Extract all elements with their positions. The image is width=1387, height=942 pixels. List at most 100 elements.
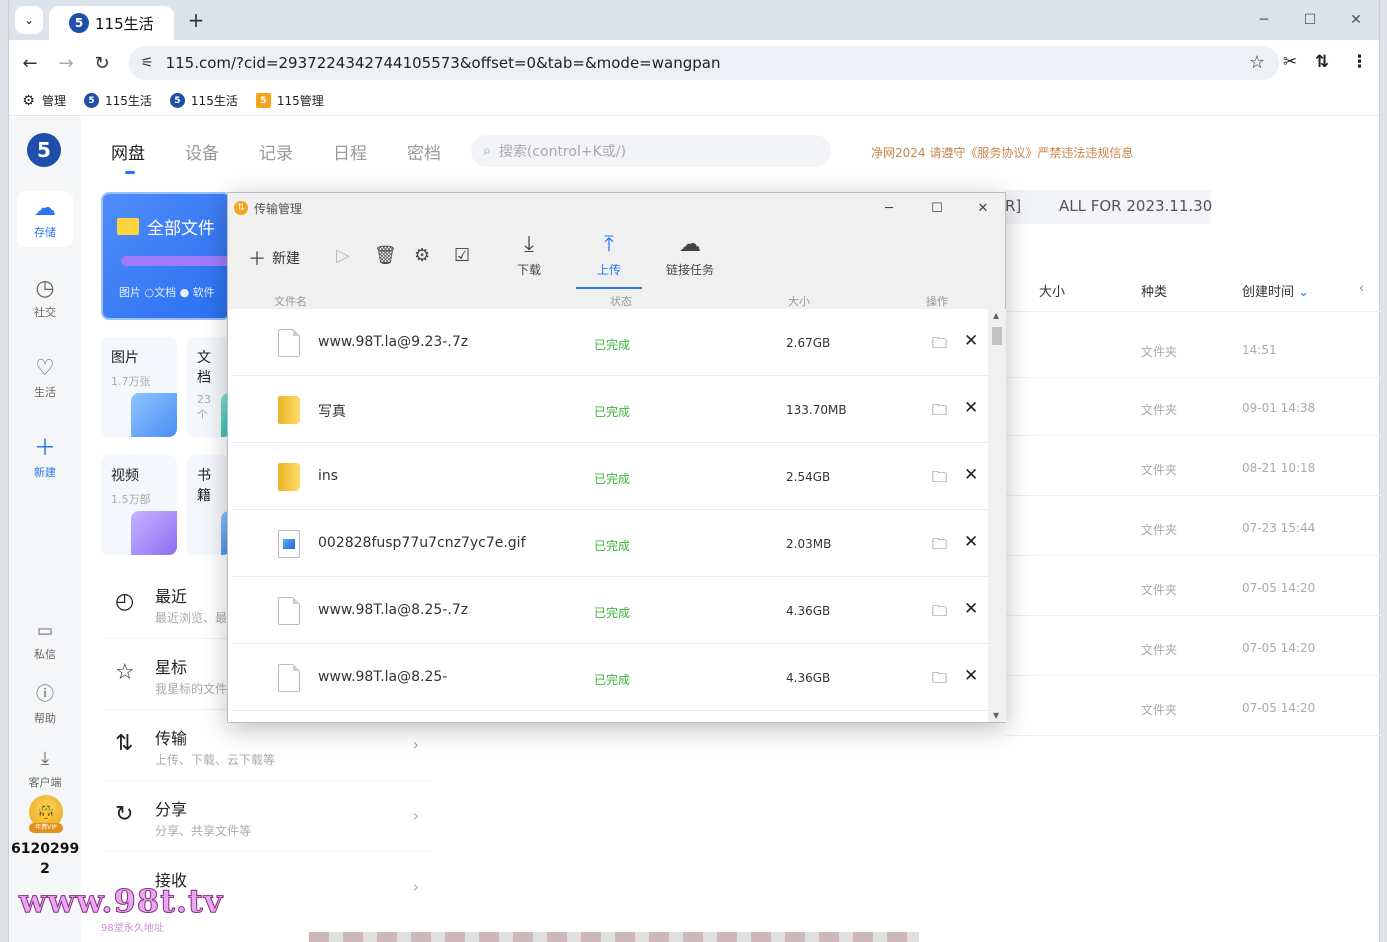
file-size: 2.67GB (786, 336, 831, 350)
category-books[interactable]: 书籍 (187, 455, 231, 555)
tab-upload[interactable]: ⤒ 上传 (576, 233, 642, 289)
scroll-thumb[interactable] (992, 327, 1002, 345)
rail-new[interactable]: ＋ 新建 (17, 431, 73, 487)
dialog-maximize-button[interactable]: ☐ (926, 198, 948, 218)
dialog-close-button[interactable]: ✕ (972, 198, 994, 218)
category-videos[interactable]: 视频 1.5万部 (101, 455, 177, 555)
bookmark-star-icon[interactable]: ☆ (1249, 52, 1265, 73)
transfer-row[interactable]: 002828fusp77u7cnz7yc7e.gif 已完成 2.03MB 🗀 ✕ (232, 510, 988, 577)
rail-life[interactable]: ♡ 生活 (17, 351, 73, 407)
cloud-download-icon: ☁ (679, 232, 701, 257)
reload-button[interactable]: ↻ (89, 50, 115, 76)
dialog-minimize-button[interactable]: ─ (878, 198, 900, 218)
trash-icon[interactable]: 🗑 (374, 245, 397, 266)
banner-text[interactable]: ALL FOR 2023.11.30 (1059, 197, 1212, 215)
tab-search-button[interactable]: ⌄ (15, 6, 43, 34)
open-folder-icon[interactable]: 🗀 (932, 601, 947, 626)
rail-messages[interactable]: ▭ 私信 (17, 613, 73, 669)
more-menu-icon[interactable]: ⋮ (1351, 52, 1368, 72)
category-images[interactable]: 图片 1.7万张 (101, 337, 177, 437)
tab-records[interactable]: 记录 (259, 139, 293, 164)
column-created[interactable]: 创建时间 ⌄ (1242, 281, 1309, 300)
site-info-icon[interactable]: ⚟ (141, 55, 154, 71)
115-logo-icon: 5 (255, 93, 271, 108)
category-docs[interactable]: 文档 23个 (187, 337, 231, 437)
remove-icon[interactable]: ✕ (964, 532, 978, 552)
open-folder-icon[interactable]: 🗀 (932, 400, 947, 425)
remove-icon[interactable]: ✕ (964, 666, 978, 686)
app-logo[interactable]: 5 (27, 133, 61, 167)
transfer-row[interactable]: www.98T.la@9.23-.7z 已完成 2.67GB 🗀 ✕ (232, 309, 988, 376)
tab-favicon: 5 (69, 13, 89, 33)
scroll-down-icon[interactable]: ▼ (993, 711, 999, 720)
remove-icon[interactable]: ✕ (964, 331, 978, 351)
address-bar[interactable]: ⚟ 115.com/?cid=2937224342744105573&offse… (129, 46, 1279, 80)
plus-icon: ＋ (33, 436, 56, 461)
remove-icon[interactable]: ✕ (964, 599, 978, 619)
sync-arrows-icon[interactable]: ⇅ (1315, 52, 1329, 72)
row-divider (1005, 555, 1381, 556)
open-folder-icon[interactable]: 🗀 (932, 668, 947, 693)
transfer-row[interactable]: www.98T.la@8.25- 已完成 4.36GB 🗀 ✕ (232, 644, 988, 711)
close-window-button[interactable]: ✕ (1341, 8, 1371, 32)
tab-vault[interactable]: 密档 (407, 139, 441, 164)
bookmark-115-life-2[interactable]: 5 115生活 (169, 92, 238, 109)
dialog-toolbar: ＋ 新建 ▷ 🗑 ⚙ ☑ ⤓ 下载 ⤒ 上传 ☁ 链接任务 (228, 223, 1005, 291)
bookmark-115-manage[interactable]: 5 115管理 (255, 92, 324, 109)
tab-calendar[interactable]: 日程 (333, 139, 367, 164)
tab-label: 上传 (596, 263, 621, 277)
heart-icon: ♡ (35, 356, 55, 381)
search-input[interactable]: ⌕ 搜索(control+K或/) (471, 135, 831, 167)
remove-icon[interactable]: ✕ (964, 398, 978, 418)
tab-download[interactable]: ⤓ 下载 (496, 233, 562, 289)
scrollbar[interactable]: ▲ ▼ (988, 309, 1006, 722)
rail-help[interactable]: ⓘ 帮助 (17, 677, 73, 733)
open-folder-icon[interactable]: 🗀 (932, 467, 947, 492)
upload-arrow-icon: ⤒ (604, 232, 614, 257)
all-files-card[interactable]: 全部文件 图片 ○文档 ● 软件 (101, 192, 231, 320)
new-task-button[interactable]: ＋ 新建 (248, 245, 300, 271)
gear-icon: ⚙ (22, 92, 35, 109)
image-file-icon (278, 530, 300, 558)
settings-icon[interactable]: ⚙ (414, 245, 430, 266)
chevron-left-icon[interactable]: ‹ (1359, 281, 1364, 296)
row-divider (1005, 311, 1381, 312)
rail-social[interactable]: ◷ 社交 (17, 271, 73, 327)
transfer-status: 已完成 (594, 405, 631, 419)
select-all-icon[interactable]: ☑ (454, 245, 470, 266)
dialog-title: 传输管理 (254, 201, 303, 216)
category-count: 1.7万张 (111, 375, 151, 388)
transfer-row[interactable]: ins 已完成 2.54GB 🗀 ✕ (232, 443, 988, 510)
minimize-button[interactable]: ─ (1249, 8, 1279, 32)
bookmark-label: 115管理 (276, 94, 324, 108)
transfer-row[interactable]: www.98T.la@8.25-.7z 已完成 4.36GB 🗀 ✕ (232, 577, 988, 644)
new-tab-button[interactable]: + (184, 8, 208, 32)
rail-label: 私信 (34, 648, 56, 661)
extension-icon[interactable]: ✂ (1283, 52, 1297, 72)
menu-share[interactable]: ↻ 分享 分享、共享文件等 › (103, 782, 433, 852)
tab-wangpan[interactable]: 网盘 (111, 139, 145, 174)
tab-devices[interactable]: 设备 (185, 139, 219, 164)
bookmark-115-life[interactable]: 5 115生活 (84, 92, 152, 109)
forward-button[interactable]: → (53, 50, 79, 76)
back-button[interactable]: ← (17, 50, 43, 76)
start-play-icon[interactable]: ▷ (336, 245, 350, 266)
tab-link-tasks[interactable]: ☁ 链接任务 (656, 233, 724, 289)
file-name: www.98T.la@8.25-.7z (318, 602, 469, 618)
dialog-titlebar[interactable]: ⇅ 传输管理 ─ ☐ ✕ (228, 193, 1005, 223)
column-size[interactable]: 大小 (1039, 281, 1065, 300)
notice-text[interactable]: 净网2024 请遵守《服务协议》严禁违法违规信息 (871, 144, 1133, 161)
storage-bar (121, 256, 231, 266)
remove-icon[interactable]: ✕ (964, 465, 978, 485)
transfer-row[interactable]: 写真 已完成 133.70MB 🗀 ✕ (232, 376, 988, 443)
rail-client[interactable]: ⤓ 客户端 (17, 741, 73, 797)
rail-storage[interactable]: ☁ 存储 (17, 191, 73, 247)
chat-icon: ▭ (36, 621, 54, 641)
scroll-up-icon[interactable]: ▲ (993, 311, 999, 320)
open-folder-icon[interactable]: 🗀 (932, 333, 947, 358)
open-folder-icon[interactable]: 🗀 (932, 534, 947, 559)
column-kind[interactable]: 种类 (1141, 281, 1167, 300)
tab-115[interactable]: 5 115生活 (49, 6, 174, 40)
maximize-button[interactable]: ☐ (1295, 8, 1325, 32)
bookmark-manage[interactable]: ⚙ 管理 (21, 92, 66, 109)
